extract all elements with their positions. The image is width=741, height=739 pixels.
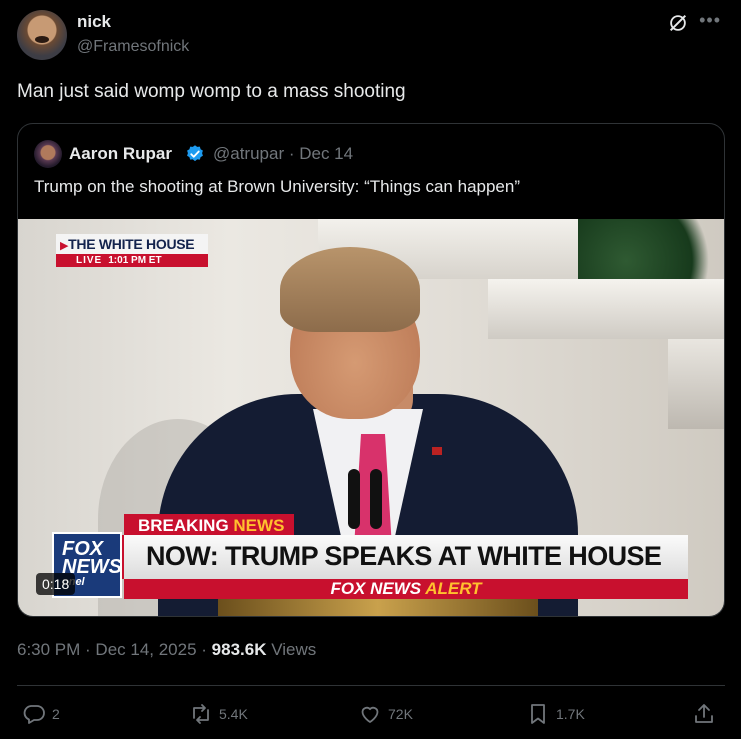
share-button[interactable] [692,702,716,726]
more-options-icon[interactable]: ••• [699,10,721,31]
tweet-text: Man just said womp womp to a mass shooti… [17,81,406,102]
like-count: 72K [388,706,413,722]
alert-word: ALERT [425,579,482,598]
headline-text: NOW: TRUMP SPEAKS AT WHITE HOUSE [146,541,662,571]
breaking-news-label: BREAKING NEWS [124,514,295,536]
grok-icon[interactable] [667,12,689,34]
heart-icon [361,706,379,723]
divider [17,685,725,686]
video-scene-mantel [488,279,724,339]
quoted-handle[interactable]: @atrupar · Dec 14 [213,144,353,164]
breaking-news-word: NEWS [233,516,285,535]
tweet-header: nick @Framesofnick ••• [17,10,727,62]
views-label: Views [266,640,317,659]
reply-count: 2 [52,706,60,722]
bookmark-count: 1.7K [556,706,585,722]
reply-icon [23,705,45,724]
quoted-avatar[interactable] [34,140,62,168]
bookmark-icon [531,704,545,724]
avatar[interactable] [17,10,67,60]
alert-banner: FOX NEWS ALERT [124,579,688,599]
video-microphone [370,469,382,529]
bug-time: 1:01 PM ET [108,255,162,266]
video-duration: 0:18 [36,573,76,595]
verified-badge-icon [187,145,203,162]
action-bar: 2 5.4K 72K 1.7K [17,702,725,730]
reply-button[interactable]: 2 [22,702,60,726]
like-button[interactable]: 72K [358,702,413,726]
video-player[interactable]: ▶THE WHITE HOUSE LIVE 1:01 PM ET BREAKING… [18,219,724,616]
video-speaker-hair [280,247,420,332]
author-handle[interactable]: @Framesofnick [77,38,189,56]
tweet-timestamp[interactable]: 6:30 PM · Dec 14, 2025 · [17,640,212,659]
video-microphone [348,469,360,529]
bug-arrow-icon: ▶ [60,240,69,252]
views-count: 983.6K [211,640,267,659]
location-bug: ▶THE WHITE HOUSE LIVE 1:01 PM ET [56,234,208,270]
bug-title: THE WHITE HOUSE [68,236,195,252]
breaking-word: BREAKING [138,516,229,535]
video-podium-band [218,599,538,616]
tweet-meta: 6:30 PM · Dec 14, 2025 · 983.6K Views [17,640,316,660]
repost-count: 5.4K [219,706,248,722]
headline-banner: NOW: TRUMP SPEAKS AT WHITE HOUSE [118,535,688,579]
bookmark-button[interactable]: 1.7K [526,702,585,726]
author-name[interactable]: nick [77,12,111,32]
quoted-tweet[interactable]: Aaron Rupar @atrupar · Dec 14 Trump on t… [17,123,725,617]
bug-live: LIVE [76,255,103,266]
video-flag-pin [432,447,442,455]
quoted-author-name[interactable]: Aaron Rupar [69,144,172,164]
quoted-text: Trump on the shooting at Brown Universit… [34,177,521,196]
alert-brand: FOX NEWS [330,579,422,598]
video-scene-mantel-column [668,339,724,429]
repost-icon [193,704,209,724]
share-icon [695,704,713,723]
repost-button[interactable]: 5.4K [189,702,248,726]
